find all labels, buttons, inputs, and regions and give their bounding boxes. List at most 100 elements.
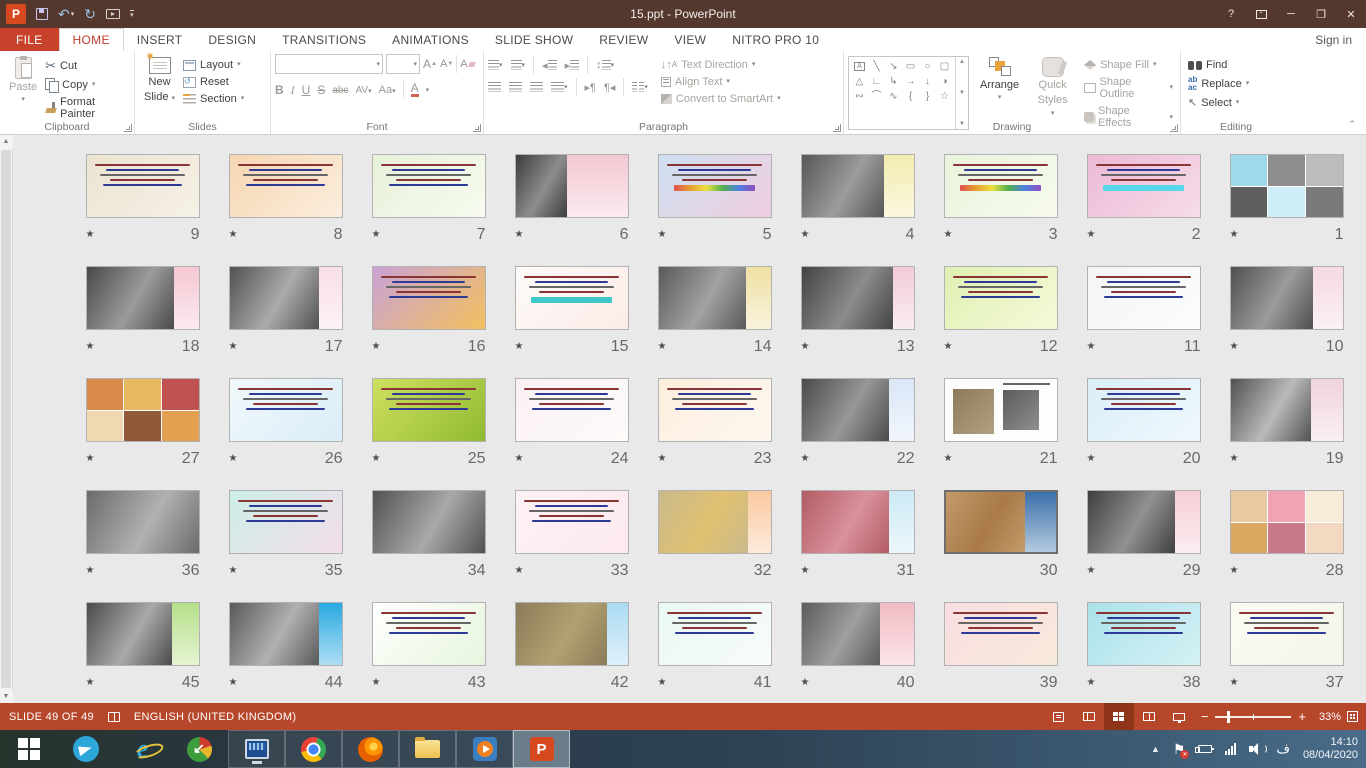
close-button[interactable]: ✕ xyxy=(1336,0,1366,28)
slide-thumbnail-23[interactable] xyxy=(658,378,772,442)
slide-thumbnail-6[interactable] xyxy=(515,154,629,218)
language-status[interactable]: ENGLISH (UNITED KINGDOM) xyxy=(134,711,296,723)
slide-thumbnail-21[interactable] xyxy=(944,378,1058,442)
align-left-button[interactable] xyxy=(488,82,501,92)
slide-thumbnail-28[interactable] xyxy=(1230,490,1344,554)
shape-left-brace-icon[interactable]: { xyxy=(909,92,912,102)
slide-thumbnail-42[interactable] xyxy=(515,602,629,666)
reset-button[interactable]: ↺Reset xyxy=(180,75,247,89)
scroll-down-arrow[interactable]: ▼ xyxy=(0,690,13,703)
clipboard-dialog-launcher[interactable] xyxy=(124,124,132,132)
shape-down-arrow-icon[interactable]: ↓ xyxy=(925,77,930,87)
decrease-indent-button[interactable]: ◂ xyxy=(542,59,557,72)
slide-thumbnail-30[interactable] xyxy=(944,490,1058,554)
slide-thumbnail-3[interactable] xyxy=(944,154,1058,218)
shape-rounded-rectangle-icon[interactable]: ▢ xyxy=(940,62,949,72)
slide-thumbnail-32[interactable] xyxy=(658,490,772,554)
change-case-button[interactable]: Aa▾ xyxy=(379,84,396,96)
taskbar-powerpoint[interactable]: P xyxy=(513,730,570,768)
slide-thumbnail-22[interactable] xyxy=(801,378,915,442)
slide-thumbnail-25[interactable] xyxy=(372,378,486,442)
shape-line-icon[interactable]: ╲ xyxy=(873,62,879,72)
replace-button[interactable]: abacReplace▾ xyxy=(1185,75,1287,93)
slide-thumbnail-39[interactable] xyxy=(944,602,1058,666)
tab-home[interactable]: HOME xyxy=(59,28,124,51)
line-spacing-button[interactable]: ↕▾ xyxy=(596,59,614,71)
tab-view[interactable]: VIEW xyxy=(661,28,719,51)
taskbar-firefox[interactable] xyxy=(342,730,399,768)
find-button[interactable]: Find xyxy=(1185,58,1287,72)
slide-thumbnail-31[interactable] xyxy=(801,490,915,554)
slide-show-view-button[interactable] xyxy=(1164,703,1194,730)
quick-styles-button[interactable]: Quick Styles ▾ xyxy=(1030,54,1075,130)
taskbar-media-player[interactable] xyxy=(456,730,513,768)
slide-thumbnail-5[interactable] xyxy=(658,154,772,218)
strike-abc-button[interactable]: abc xyxy=(332,85,348,96)
shape-triangle-icon[interactable]: △ xyxy=(856,77,864,87)
text-direction-button[interactable]: ↓↑AText Direction▾ xyxy=(658,58,784,72)
undo-icon[interactable]: ↶▾ xyxy=(58,7,74,21)
shrink-font-button[interactable]: A▼ xyxy=(440,58,453,70)
align-center-button[interactable] xyxy=(509,82,522,92)
paragraph-dialog-launcher[interactable] xyxy=(833,124,841,132)
slide-thumbnail-16[interactable] xyxy=(372,266,486,330)
shape-partial-circle-icon[interactable]: ◑ xyxy=(941,77,947,87)
slide-thumbnail-27[interactable] xyxy=(86,378,200,442)
font-color-button[interactable]: A xyxy=(411,83,419,97)
bold-button[interactable]: B xyxy=(275,83,284,97)
tab-design[interactable]: DESIGN xyxy=(195,28,269,51)
cut-button[interactable]: ✂Cut xyxy=(42,58,130,74)
power-plug-icon[interactable] xyxy=(1198,745,1212,753)
show-hidden-icons[interactable]: ▲ xyxy=(1151,744,1160,754)
fit-slide-to-window-button[interactable] xyxy=(1347,711,1358,722)
taskbar-idm[interactable] xyxy=(171,730,228,768)
shape-scribble-icon[interactable]: ∾ xyxy=(855,92,863,102)
underline-button[interactable]: U xyxy=(302,83,311,97)
rtl-direction-button[interactable]: ¶◂ xyxy=(604,81,615,94)
taskbar-remote-keyboard[interactable] xyxy=(228,730,285,768)
strikethrough-button[interactable]: S xyxy=(317,83,325,97)
slide-thumbnail-26[interactable] xyxy=(229,378,343,442)
sign-in-link[interactable]: Sign in xyxy=(1315,28,1366,51)
font-size-combo[interactable]: ▾ xyxy=(386,54,420,74)
shape-right-arrow-icon[interactable]: → xyxy=(906,77,916,87)
network-signal-icon[interactable] xyxy=(1225,743,1236,755)
convert-smartart-button[interactable]: Convert to SmartArt▾ xyxy=(658,92,784,106)
slide-thumbnail-45[interactable] xyxy=(86,602,200,666)
tab-nitro-pro[interactable]: NITRO PRO 10 xyxy=(719,28,832,51)
drawing-dialog-launcher[interactable] xyxy=(1170,124,1178,132)
bullets-button[interactable]: ▾ xyxy=(488,60,503,70)
zoom-slider[interactable] xyxy=(1215,716,1291,718)
scroll-up-arrow[interactable]: ▲ xyxy=(0,135,13,148)
powerpoint-logo-icon[interactable]: P xyxy=(6,4,26,24)
slide-thumbnail-41[interactable] xyxy=(658,602,772,666)
input-language-indicator[interactable]: ف xyxy=(1276,741,1289,757)
select-button[interactable]: ↖Select▾ xyxy=(1185,96,1287,110)
character-spacing-button[interactable]: AV▾ xyxy=(355,85,371,96)
font-name-combo[interactable]: ▾ xyxy=(275,54,383,74)
slide-sorter-view-button[interactable] xyxy=(1104,703,1134,730)
slide-thumbnail-17[interactable] xyxy=(229,266,343,330)
zoom-percentage[interactable]: 33% xyxy=(1313,711,1341,723)
copy-button[interactable]: Copy▾ xyxy=(42,77,130,92)
slide-thumbnail-43[interactable] xyxy=(372,602,486,666)
increase-indent-button[interactable]: ▸ xyxy=(565,59,580,72)
help-button[interactable]: ? xyxy=(1216,0,1246,28)
slide-thumbnail-40[interactable] xyxy=(801,602,915,666)
align-right-button[interactable] xyxy=(530,82,543,92)
slide-thumbnail-10[interactable] xyxy=(1230,266,1344,330)
numbering-button[interactable]: ▾ xyxy=(511,60,526,70)
slide-thumbnail-19[interactable] xyxy=(1230,378,1344,442)
tab-animations[interactable]: ANIMATIONS xyxy=(379,28,482,51)
slide-thumbnail-1[interactable] xyxy=(1230,154,1344,218)
ribbon-display-options-button[interactable]: ⌃ xyxy=(1246,0,1276,28)
tab-insert[interactable]: INSERT xyxy=(124,28,196,51)
arrange-button[interactable]: Arrange▾ xyxy=(975,54,1024,130)
customize-qat-icon[interactable]: ▾ xyxy=(130,10,134,19)
grow-font-button[interactable]: A▲ xyxy=(423,57,437,71)
shape-curve-icon[interactable]: ∿ xyxy=(889,92,897,102)
slide-thumbnail-2[interactable] xyxy=(1087,154,1201,218)
font-dialog-launcher[interactable] xyxy=(473,124,481,132)
slide-thumbnail-11[interactable] xyxy=(1087,266,1201,330)
notes-button[interactable] xyxy=(1044,703,1074,730)
